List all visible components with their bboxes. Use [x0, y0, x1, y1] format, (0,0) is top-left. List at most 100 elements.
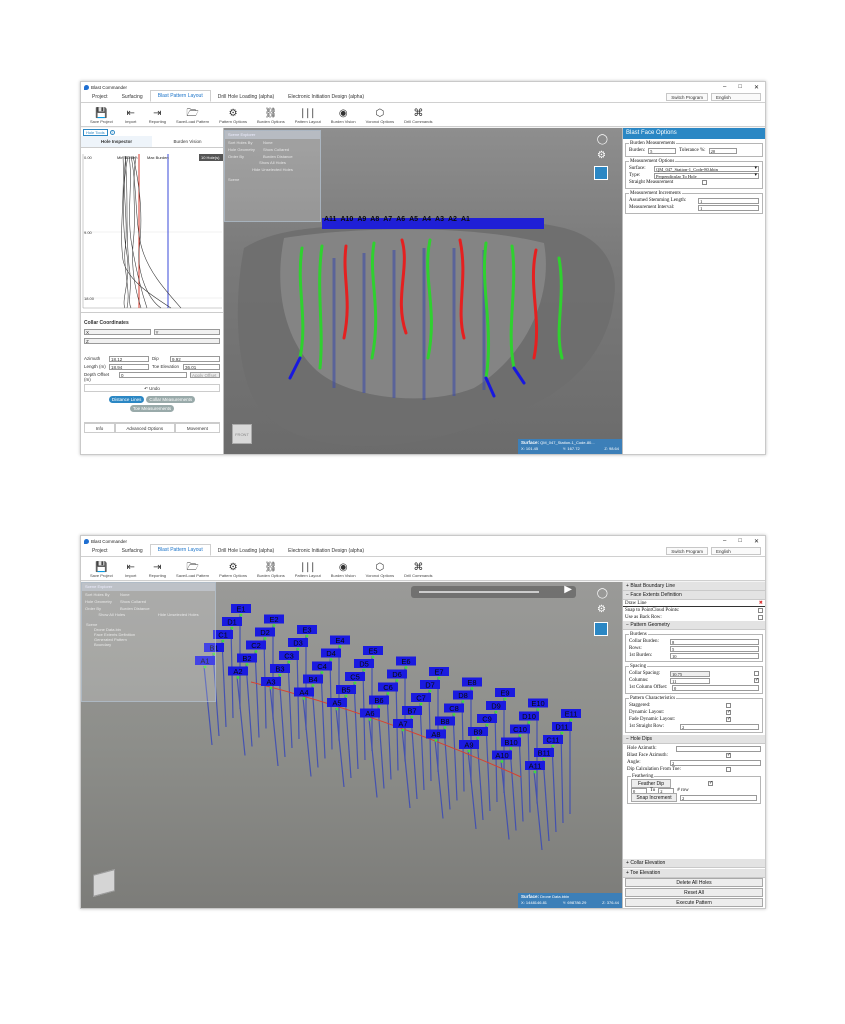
- close-button[interactable]: ✕: [754, 84, 759, 91]
- burden-input[interactable]: 5: [648, 147, 677, 154]
- tab-electronic-initiation[interactable]: Electronic Initiation Design (alpha): [281, 546, 371, 556]
- fade-layout-checkbox[interactable]: ✓: [726, 717, 731, 722]
- minimize-button[interactable]: –: [723, 538, 726, 545]
- snap-pointcloud-checkbox[interactable]: [758, 608, 763, 613]
- import-button[interactable]: ⇤ Import: [118, 108, 144, 127]
- reset-all-button[interactable]: Reset All: [625, 888, 763, 897]
- dynamic-layout-checkbox[interactable]: ✓: [726, 710, 731, 715]
- reporting-button[interactable]: ⇥ Reporting: [144, 562, 171, 581]
- tab-blast-pattern-layout[interactable]: Blast Pattern Layout: [149, 544, 211, 556]
- back-row-checkbox[interactable]: [758, 615, 763, 620]
- collar-x-field[interactable]: X: [84, 329, 151, 335]
- view-cube[interactable]: FRONT: [232, 424, 252, 444]
- tab-info[interactable]: Info: [84, 423, 115, 433]
- collar-spacing-checkbox[interactable]: [754, 671, 759, 676]
- blast-face-azimuth-checkbox[interactable]: ✓: [726, 753, 731, 758]
- straight-row-input[interactable]: 2: [680, 723, 759, 730]
- tab-movement[interactable]: Movement: [174, 423, 220, 433]
- tab-drill-hole-loading[interactable]: Drill Hole Loading (alpha): [211, 92, 281, 102]
- help-icon[interactable]: ?: [109, 129, 115, 135]
- execute-pattern-button[interactable]: Execute Pattern: [625, 898, 763, 907]
- save-project-button[interactable]: 💾 Save Project: [85, 562, 118, 581]
- scene-explorer-panel[interactable]: Scene Explorer Sort Holes By None Hole Ge…: [81, 582, 216, 702]
- toe-measurements-toggle[interactable]: Toe Measurements: [129, 405, 175, 412]
- close-button[interactable]: ✕: [754, 538, 759, 545]
- section-hole-dips[interactable]: − Hole Dips: [623, 735, 765, 744]
- delete-line-icon[interactable]: ✖: [759, 600, 763, 606]
- tab-surfacing[interactable]: Surfacing: [115, 92, 150, 102]
- undo-button[interactable]: ↶ Undo: [84, 384, 220, 392]
- burden-vision-button[interactable]: ◉ Burden Vision: [326, 108, 361, 127]
- playback-bar[interactable]: ▶: [411, 584, 576, 598]
- section-blast-boundary-line[interactable]: + Blast Boundary Line: [623, 582, 765, 591]
- tree-item-boundary[interactable]: Boundary: [86, 642, 211, 647]
- save-load-pattern-button[interactable]: 🗁 Save/Load Pattern: [171, 108, 214, 127]
- toe-elevation-input[interactable]: 36.01: [183, 364, 220, 370]
- pattern-layout-button[interactable]: ∣∣∣ Pattern Layout: [290, 562, 326, 581]
- collar-z-field[interactable]: Z: [84, 338, 220, 344]
- scene-tree-root[interactable]: Scene: [225, 174, 320, 185]
- viewport-3d[interactable]: A11 A10 A9 A8 A7 A6 A5 A4 A3 A2 A1 Scene…: [224, 128, 622, 454]
- rows-input[interactable]: 5: [670, 645, 759, 652]
- section-collar-elevation[interactable]: + Collar Elevation: [623, 859, 765, 868]
- switch-program-button[interactable]: Switch Program: [666, 93, 708, 101]
- show-all-holes-button[interactable]: Show All Holes: [225, 160, 320, 167]
- surface-select[interactable]: QM_047_Station-1_Code-80.bbin: [654, 165, 759, 172]
- drill-commands-button[interactable]: ⌘ Drill Commands: [399, 108, 437, 127]
- playback-track[interactable]: [419, 591, 539, 593]
- staggered-checkbox[interactable]: [726, 703, 731, 708]
- burden-options-button[interactable]: ⛓ Burden Options: [252, 108, 290, 127]
- hide-unselected-button[interactable]: Hide Unselected Holes: [225, 167, 320, 174]
- first-burden-input[interactable]: 10: [670, 652, 759, 659]
- show-all-holes-button[interactable]: Show All Holes: [98, 612, 125, 620]
- collar-spacing-input[interactable]: 10.75: [670, 670, 710, 677]
- drill-commands-button[interactable]: ⌘ Drill Commands: [399, 562, 437, 581]
- save-project-button[interactable]: 💾 Save Project: [85, 108, 118, 127]
- grid-toggle-icon[interactable]: [594, 166, 608, 180]
- play-icon[interactable]: ▶: [564, 584, 572, 595]
- voronoi-options-button[interactable]: ⬡ Voronoi Options: [361, 108, 399, 127]
- snap-increment-input[interactable]: 2: [680, 794, 757, 801]
- tab-burden-vision[interactable]: Burden Vision: [152, 136, 223, 147]
- tab-advanced-options[interactable]: Advanced Options: [114, 423, 175, 433]
- feather-dip-checkbox[interactable]: ✓: [708, 781, 713, 786]
- language-select[interactable]: English: [711, 93, 761, 101]
- collar-y-field[interactable]: Y: [153, 329, 220, 335]
- tolerance-input[interactable]: 20: [708, 147, 737, 154]
- tab-project[interactable]: Project: [85, 92, 115, 102]
- grid-toggle-icon[interactable]: [594, 622, 608, 636]
- tab-surfacing[interactable]: Surfacing: [115, 546, 150, 556]
- tab-project[interactable]: Project: [85, 546, 115, 556]
- section-face-extents[interactable]: − Face Extents Definition: [623, 591, 765, 600]
- hide-unselected-button[interactable]: Hide Unselected Holes: [158, 612, 199, 620]
- section-pattern-geometry[interactable]: − Pattern Geometry: [623, 621, 765, 630]
- collar-burden-input[interactable]: 8: [670, 638, 759, 645]
- rotate-icon[interactable]: ⚙: [597, 604, 606, 615]
- scene-explorer-panel[interactable]: Scene Explorer Sort Holes By None Hole Ge…: [224, 130, 321, 222]
- burden-options-button[interactable]: ⛓ Burden Options: [252, 562, 290, 581]
- sort-holes-select[interactable]: None: [263, 140, 273, 145]
- collar-measurements-toggle[interactable]: Collar Measurements: [146, 396, 196, 403]
- delete-all-holes-button[interactable]: Delete All Holes: [625, 878, 763, 887]
- hole-geometry-select[interactable]: Show Collared: [120, 599, 146, 604]
- straight-measurement-checkbox[interactable]: [702, 180, 707, 185]
- hole-azimuth-input[interactable]: [676, 745, 761, 752]
- angle-input[interactable]: 2: [670, 759, 761, 766]
- interval-input[interactable]: 1: [698, 204, 759, 211]
- switch-program-button[interactable]: Switch Program: [666, 547, 708, 555]
- type-select[interactable]: Perpendicular To Hole: [654, 172, 759, 179]
- length-input[interactable]: 18.94: [109, 364, 149, 370]
- tab-blast-pattern-layout[interactable]: Blast Pattern Layout: [149, 90, 211, 102]
- hole-tools-tab[interactable]: Hole Tools: [83, 128, 108, 136]
- rotate-icon[interactable]: ⚙: [597, 150, 606, 161]
- tab-hole-inspector[interactable]: Hole Inspector: [81, 136, 152, 147]
- dip-calc-checkbox[interactable]: [726, 767, 731, 772]
- depth-offset-input[interactable]: 0: [119, 372, 187, 378]
- reporting-button[interactable]: ⇥ Reporting: [144, 108, 171, 127]
- stemming-input[interactable]: 1: [698, 197, 759, 204]
- distance-lines-toggle[interactable]: Distance Lines: [108, 396, 145, 403]
- dip-input[interactable]: 9.92: [170, 356, 220, 362]
- burden-vision-button[interactable]: ◉ Burden Vision: [326, 562, 361, 581]
- order-by-select[interactable]: Burden Distance: [120, 606, 150, 611]
- viewport-3d[interactable]: E1 E2 E3 E4 E5 E6 E7 E8 E9 E10 E11 D1 D2 D3 D4 D5 D6 D7 D8…: [81, 582, 622, 908]
